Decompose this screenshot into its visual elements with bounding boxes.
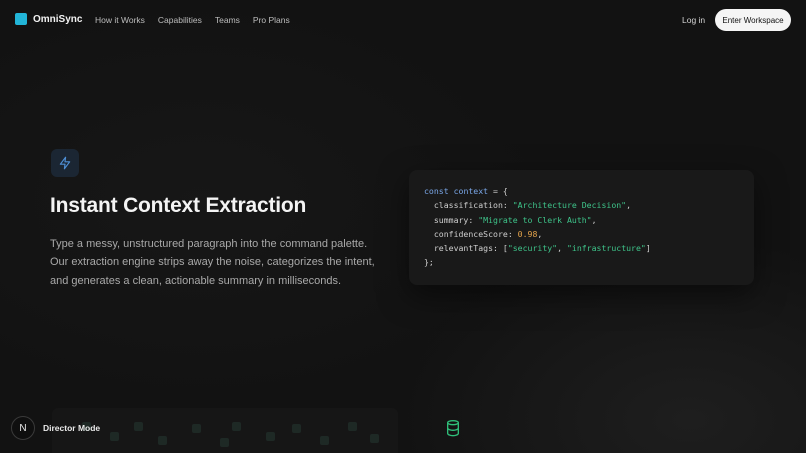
- code-tag: "infrastructure": [566, 243, 646, 254]
- code-close: };: [424, 257, 434, 268]
- code-keyword: const: [424, 186, 449, 196]
- nav-link-pro-plans[interactable]: Pro Plans: [253, 15, 290, 25]
- feature-icon-badge: [51, 149, 79, 177]
- code-value-classification: "Architecture Decision": [512, 200, 627, 211]
- code-key-summary: summary: [433, 214, 469, 225]
- code-open: = {: [493, 186, 508, 196]
- brand-logo-icon: [15, 13, 27, 25]
- feature-description: Type a messy, unstructured paragraph int…: [50, 238, 375, 287]
- code-value-confidence: 0.98: [517, 228, 538, 239]
- code-value-summary: "Migrate to Clerk Auth": [478, 214, 592, 225]
- login-link[interactable]: Log in: [682, 15, 705, 25]
- nav-link-teams[interactable]: Teams: [215, 15, 240, 25]
- top-nav: OmniSync How it Works Capabilities Teams…: [0, 0, 806, 40]
- code-key-confidence: confidenceScore: [433, 228, 508, 239]
- director-mode[interactable]: N Director Mode: [11, 416, 100, 440]
- code-key-tags: relevantTags: [433, 243, 494, 254]
- code-variable: context: [453, 186, 489, 196]
- nav-links: How it Works Capabilities Teams Pro Plan…: [95, 15, 303, 25]
- brand[interactable]: OmniSync: [15, 13, 82, 25]
- code-key-classification: classification: [433, 200, 503, 211]
- code-sample-card: const context = { classification: "Archi…: [409, 170, 754, 285]
- page: OmniSync How it Works Capabilities Teams…: [0, 0, 806, 453]
- director-mode-toggle[interactable]: N: [11, 416, 35, 440]
- database-icon[interactable]: [445, 419, 461, 437]
- nav-link-how-it-works[interactable]: How it Works: [95, 15, 145, 25]
- director-mode-label: Director Mode: [43, 423, 101, 433]
- bolt-icon: [59, 156, 71, 170]
- code-tag: "security": [507, 243, 558, 254]
- enter-workspace-button[interactable]: Enter Workspace: [715, 9, 791, 31]
- preview-strip: [52, 408, 398, 453]
- nav-link-capabilities[interactable]: Capabilities: [158, 15, 202, 25]
- brand-name: OmniSync: [33, 13, 83, 25]
- code-block: const context = { classification: "Archi…: [424, 186, 651, 268]
- feature-title: Instant Context Extraction: [50, 194, 307, 217]
